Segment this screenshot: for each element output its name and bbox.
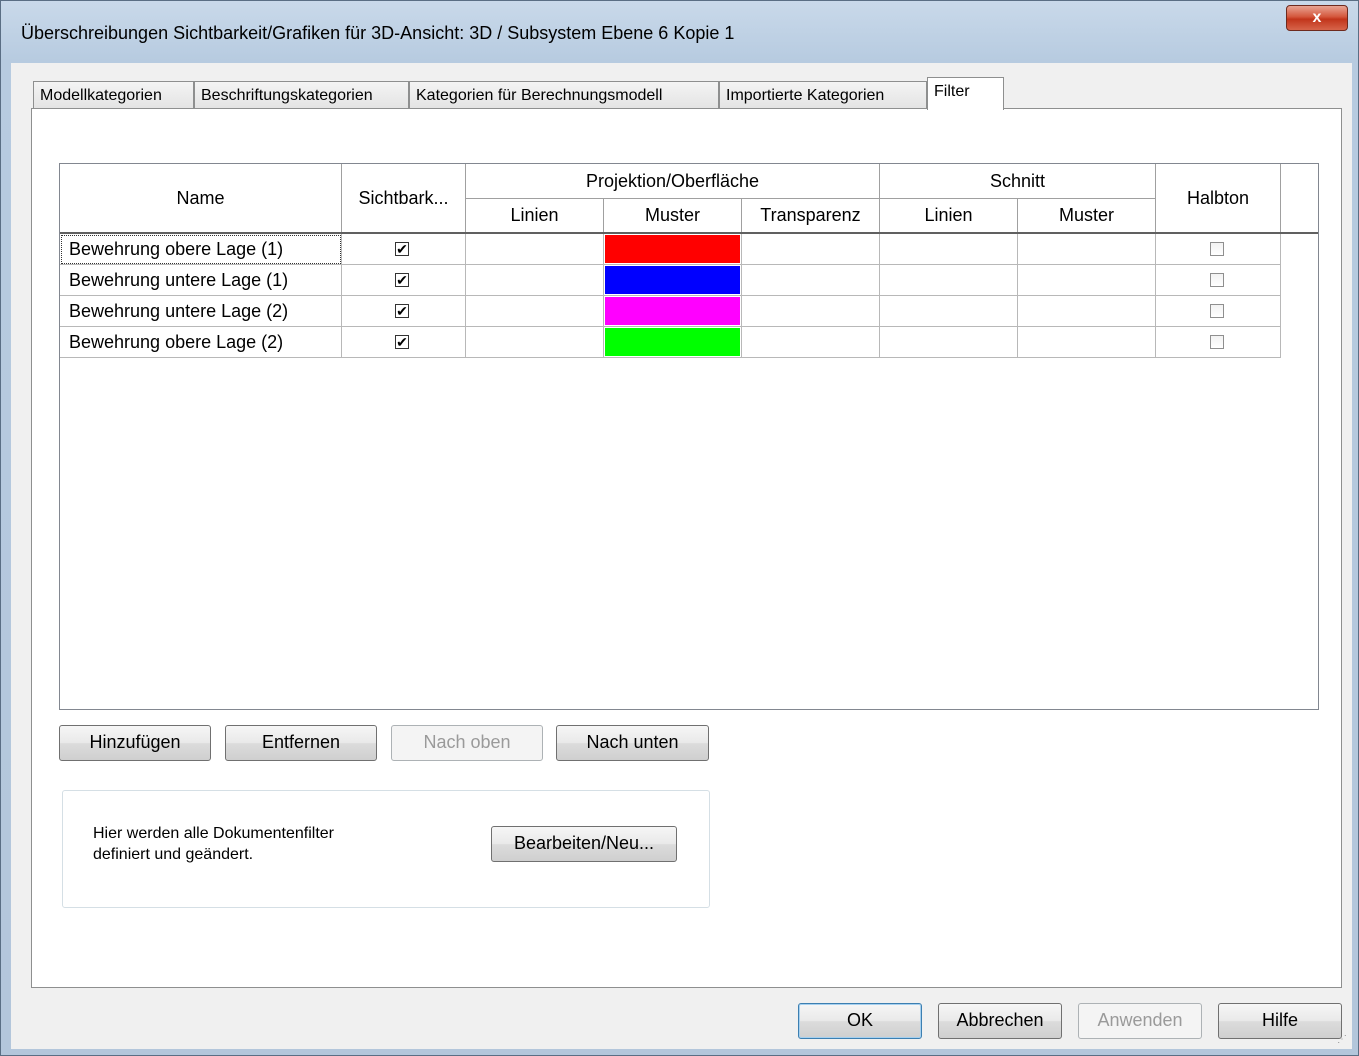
ok-button[interactable]: OK: [798, 1003, 922, 1039]
tab-imported-categories[interactable]: Importierte Kategorien: [719, 81, 927, 109]
close-button[interactable]: x: [1286, 5, 1348, 31]
projection-lines-cell[interactable]: [466, 265, 604, 296]
filter-name-cell[interactable]: Bewehrung obere Lage (2): [60, 327, 342, 358]
tab-filter[interactable]: Filter: [927, 77, 1004, 110]
section-pattern-cell[interactable]: [1018, 296, 1156, 327]
column-header-name[interactable]: Name: [60, 164, 342, 233]
projection-pattern-cell[interactable]: [604, 327, 742, 358]
apply-button[interactable]: Anwenden: [1078, 1003, 1202, 1039]
transparency-cell[interactable]: [742, 234, 880, 265]
column-header-section-pattern[interactable]: Muster: [1018, 199, 1156, 233]
projection-pattern-cell[interactable]: [604, 296, 742, 327]
halftone-cell[interactable]: [1156, 234, 1281, 265]
column-header-visibility[interactable]: Sichtbark...: [342, 164, 466, 233]
window-title: Überschreibungen Sichtbarkeit/Grafiken f…: [21, 23, 735, 43]
visibility-checkbox[interactable]: ✔: [395, 273, 409, 287]
halftone-checkbox[interactable]: [1210, 242, 1224, 256]
transparency-cell[interactable]: [742, 296, 880, 327]
visibility-cell[interactable]: ✔: [342, 265, 466, 296]
column-header-projection-pattern[interactable]: Muster: [604, 199, 742, 233]
pattern-color-swatch: [605, 266, 740, 294]
filter-tab-panel: Name Sichtbark... Projektion/Oberfläche …: [31, 108, 1342, 988]
dialog-window: Überschreibungen Sichtbarkeit/Grafiken f…: [0, 0, 1359, 1056]
remove-filter-button[interactable]: Entfernen: [225, 725, 377, 761]
section-lines-cell[interactable]: [880, 296, 1018, 327]
tab-model-categories[interactable]: Modellkategorien: [33, 81, 194, 109]
halftone-checkbox[interactable]: [1210, 273, 1224, 287]
projection-pattern-cell[interactable]: [604, 234, 742, 265]
filter-table[interactable]: Name Sichtbark... Projektion/Oberfläche …: [59, 163, 1319, 710]
resize-grip-icon[interactable]: ⋰: [1337, 1034, 1349, 1046]
column-header-transparency[interactable]: Transparenz: [742, 199, 880, 233]
pattern-color-swatch: [605, 328, 740, 356]
filter-name-cell[interactable]: Bewehrung obere Lage (1): [60, 234, 342, 265]
visibility-cell[interactable]: ✔: [342, 296, 466, 327]
section-pattern-cell[interactable]: [1018, 327, 1156, 358]
move-up-button[interactable]: Nach oben: [391, 725, 543, 761]
filter-info-line2: definiert und geändert.: [93, 846, 254, 863]
projection-lines-cell[interactable]: [466, 296, 604, 327]
tab-annotation-categories[interactable]: Beschriftungskategorien: [194, 81, 409, 109]
section-lines-cell[interactable]: [880, 234, 1018, 265]
column-header-section: Schnitt: [880, 164, 1156, 199]
section-pattern-cell[interactable]: [1018, 234, 1156, 265]
visibility-checkbox[interactable]: ✔: [395, 304, 409, 318]
dialog-client-area: Modellkategorien Beschriftungskategorien…: [11, 63, 1352, 1049]
section-lines-cell[interactable]: [880, 265, 1018, 296]
halftone-cell[interactable]: [1156, 265, 1281, 296]
halftone-checkbox[interactable]: [1210, 335, 1224, 349]
filter-name-cell[interactable]: Bewehrung untere Lage (1): [60, 265, 342, 296]
column-header-projection-surface: Projektion/Oberfläche: [466, 164, 880, 199]
transparency-cell[interactable]: [742, 265, 880, 296]
cancel-button[interactable]: Abbrechen: [938, 1003, 1062, 1039]
filter-info-text: Hier werden alle Dokumentenfilter defini…: [93, 823, 334, 865]
halftone-cell[interactable]: [1156, 296, 1281, 327]
transparency-cell[interactable]: [742, 327, 880, 358]
column-header-projection-lines[interactable]: Linien: [466, 199, 604, 233]
filter-info-group: Hier werden alle Dokumentenfilter defini…: [62, 790, 710, 908]
move-down-button[interactable]: Nach unten: [556, 725, 709, 761]
add-filter-button[interactable]: Hinzufügen: [59, 725, 211, 761]
filter-info-line1: Hier werden alle Dokumentenfilter: [93, 825, 334, 842]
halftone-cell[interactable]: [1156, 327, 1281, 358]
section-lines-cell[interactable]: [880, 327, 1018, 358]
projection-lines-cell[interactable]: [466, 234, 604, 265]
tab-analytical-model-categories[interactable]: Kategorien für Berechnungsmodell: [409, 81, 719, 109]
visibility-cell[interactable]: ✔: [342, 234, 466, 265]
pattern-color-swatch: [605, 297, 740, 325]
filter-name-cell[interactable]: Bewehrung untere Lage (2): [60, 296, 342, 327]
visibility-checkbox[interactable]: ✔: [395, 242, 409, 256]
section-pattern-cell[interactable]: [1018, 265, 1156, 296]
help-button[interactable]: Hilfe: [1218, 1003, 1342, 1039]
projection-pattern-cell[interactable]: [604, 265, 742, 296]
title-bar: Überschreibungen Sichtbarkeit/Grafiken f…: [1, 1, 1358, 63]
visibility-checkbox[interactable]: ✔: [395, 335, 409, 349]
column-header-section-lines[interactable]: Linien: [880, 199, 1018, 233]
visibility-cell[interactable]: ✔: [342, 327, 466, 358]
edit-new-button[interactable]: Bearbeiten/Neu...: [491, 826, 677, 862]
pattern-color-swatch: [605, 235, 740, 263]
projection-lines-cell[interactable]: [466, 327, 604, 358]
column-header-halftone[interactable]: Halbton: [1156, 164, 1281, 233]
halftone-checkbox[interactable]: [1210, 304, 1224, 318]
